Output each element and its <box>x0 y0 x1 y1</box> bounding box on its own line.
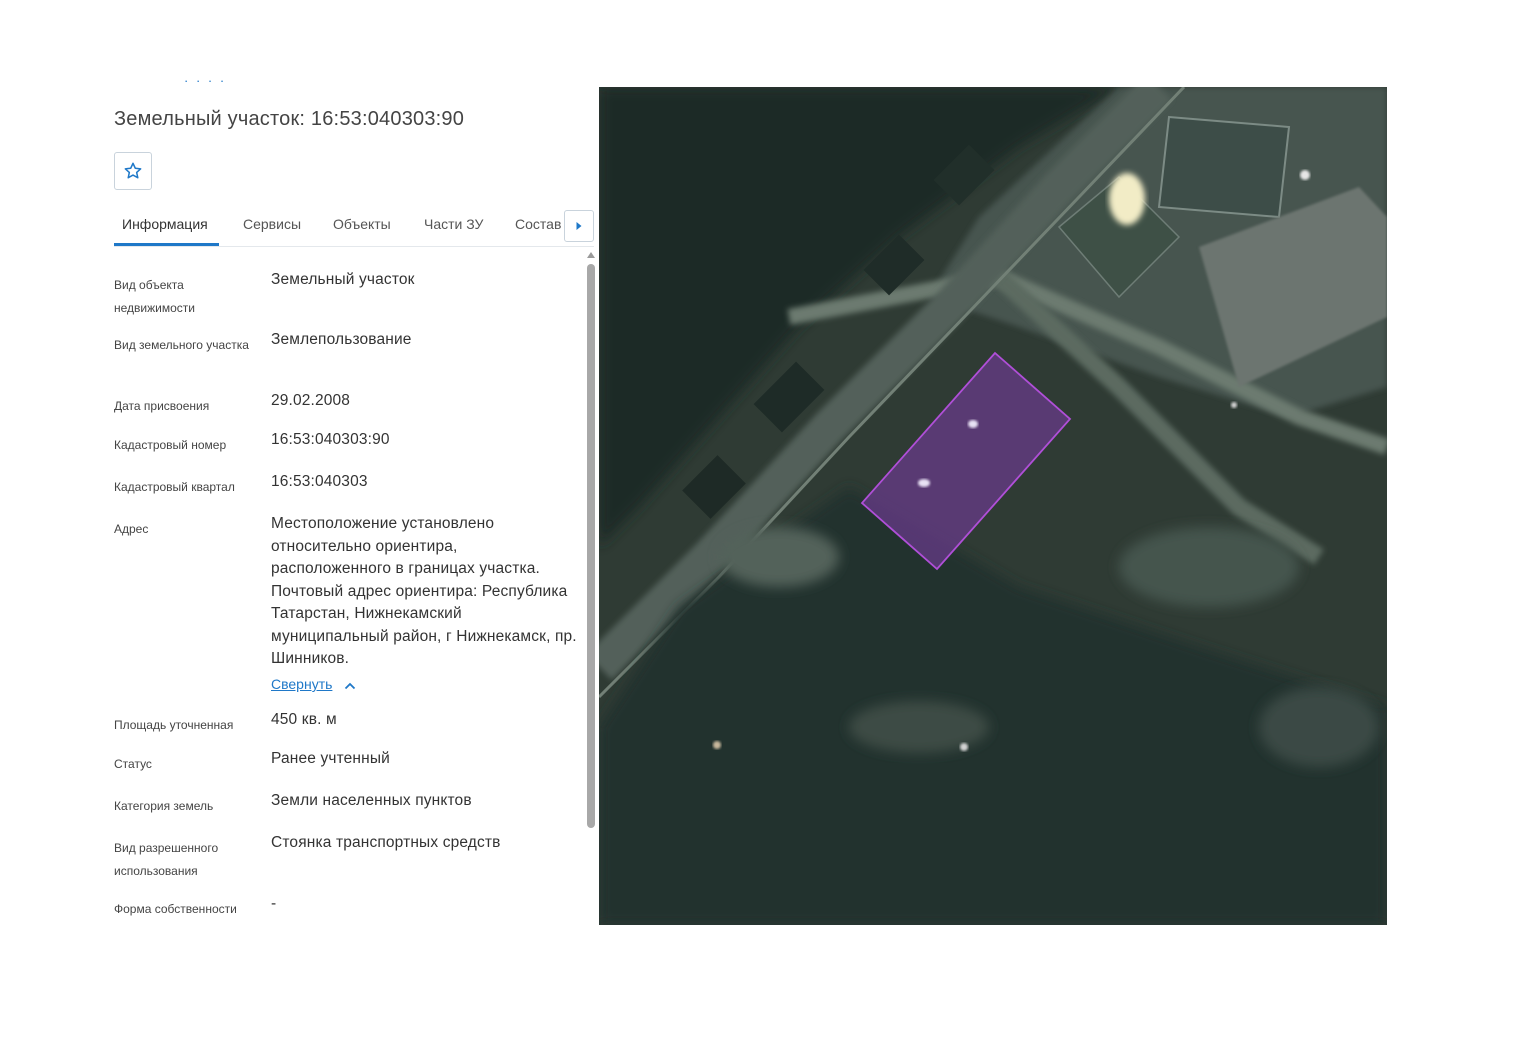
property-label: Кадастровый номер <box>114 438 227 452</box>
property-label: Вид объекта недвижимости <box>114 278 195 315</box>
favorite-button[interactable] <box>114 152 152 190</box>
satellite-map[interactable] <box>599 87 1387 925</box>
property-value: Землепользование <box>271 331 412 348</box>
property-value: Земли населенных пунктов <box>271 792 472 809</box>
breadcrumb-link[interactable]: · · · · <box>184 78 226 90</box>
active-tab-indicator <box>114 243 219 246</box>
property-label: Категория земель <box>114 799 214 813</box>
page-title: Земельный участок: 16:53:040303:90 <box>114 108 465 130</box>
tab-services[interactable]: Сервисы <box>243 216 301 232</box>
tab-parts[interactable]: Части ЗУ <box>424 216 483 232</box>
tabs-scroll-right-button[interactable] <box>564 210 594 242</box>
property-value: Ранее учтенный <box>271 750 390 767</box>
property-label: Площадь уточненная <box>114 718 234 732</box>
property-value-address: Местоположение установлено относительно … <box>271 515 577 667</box>
chevron-up-icon[interactable] <box>344 677 356 693</box>
collapse-label[interactable]: Свернуть <box>271 676 332 692</box>
property-value: - <box>271 895 277 912</box>
property-label: Дата присвоения <box>114 399 210 413</box>
property-label: Форма собственности <box>114 902 237 916</box>
scrollbar-thumb[interactable] <box>587 264 595 828</box>
star-outline-icon <box>124 162 142 179</box>
info-panel: · · · · Земельный участок: 16:53:040303:… <box>100 78 599 928</box>
tab-objects[interactable]: Объекты <box>333 216 391 232</box>
property-label: Вид разрешенного использования <box>114 841 219 878</box>
property-label: Кадастровый квартал <box>114 480 235 494</box>
tab-strip: Информация Сервисы Объекты Части ЗУ Сост… <box>114 208 564 246</box>
property-label: Вид земельного участка <box>114 338 249 352</box>
satellite-imagery <box>599 87 1387 925</box>
property-label: Адрес <box>114 522 149 536</box>
property-value: 16:53:040303:90 <box>271 431 390 448</box>
collapse-address-link[interactable]: Свернуть <box>271 676 356 693</box>
property-value: Земельный участок <box>271 271 415 288</box>
property-value: 29.02.2008 <box>271 392 351 409</box>
property-label: Статус <box>114 757 152 771</box>
caret-right-icon <box>576 222 582 230</box>
property-value: 450 кв. м <box>271 711 337 728</box>
scrollbar[interactable] <box>586 252 597 928</box>
tab-bar: Информация Сервисы Объекты Части ЗУ Сост… <box>114 208 594 247</box>
tab-information[interactable]: Информация <box>122 216 208 232</box>
tab-composition[interactable]: Состав <box>515 216 561 232</box>
property-value: Стоянка транспортных средств <box>271 834 501 851</box>
property-value: 16:53:040303 <box>271 473 368 490</box>
scroll-up-arrow-icon[interactable] <box>587 252 595 258</box>
